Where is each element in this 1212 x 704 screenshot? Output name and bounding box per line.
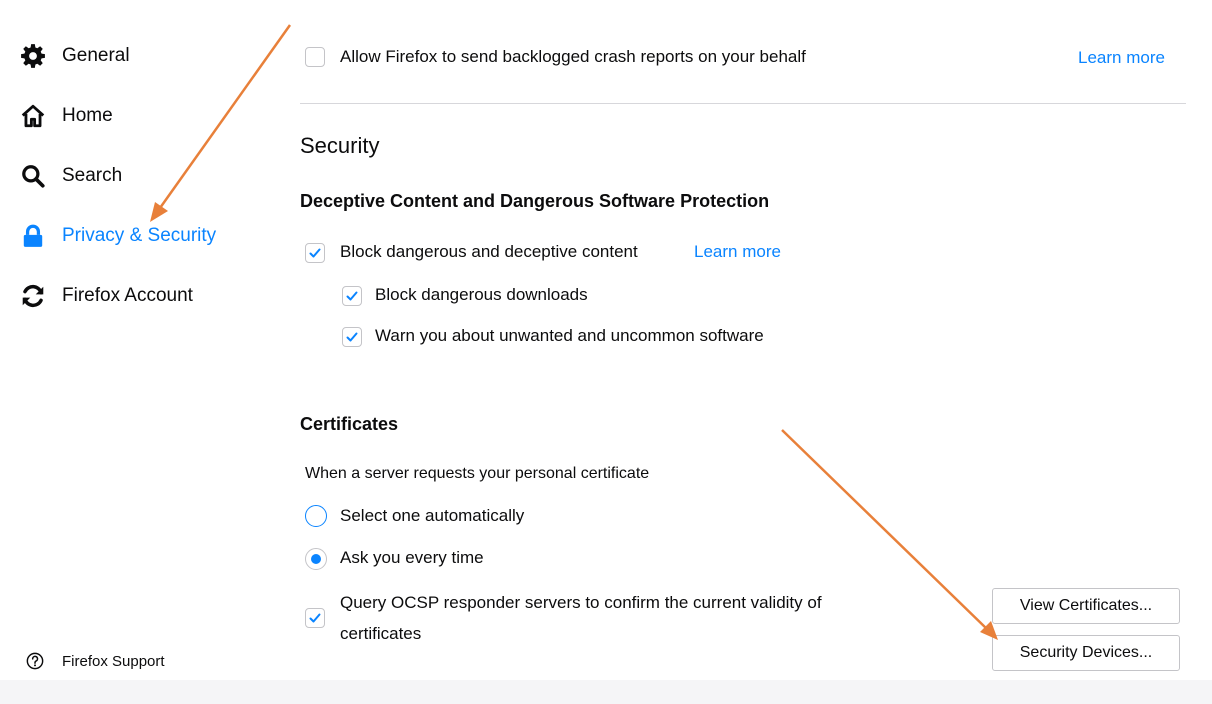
block-content-learn-more-link[interactable]: Learn more [694, 242, 781, 262]
crash-reports-label: Allow Firefox to send backlogged crash r… [340, 47, 806, 66]
sidebar-item-label: Privacy & Security [62, 225, 217, 246]
lock-icon [20, 223, 46, 249]
sidebar-item-label: Search [62, 165, 123, 186]
block-content-label: Block dangerous and deceptive content [340, 242, 638, 261]
sidebar-item-label: Firefox Account [62, 285, 193, 306]
sidebar-item-firefox-account[interactable]: Firefox Account [20, 278, 193, 314]
help-icon [26, 652, 44, 670]
crash-reports-learn-more-link[interactable]: Learn more [1078, 48, 1165, 68]
firefox-support-link[interactable]: Firefox Support [26, 652, 165, 670]
crash-reports-checkbox[interactable] [305, 47, 325, 67]
warn-unwanted-label: Warn you about unwanted and uncommon sof… [375, 326, 764, 345]
security-devices-button[interactable]: Security Devices... [992, 635, 1180, 671]
select-automatically-radio[interactable] [305, 505, 327, 527]
ocsp-checkbox[interactable] [305, 608, 325, 628]
warn-unwanted-checkbox[interactable] [342, 327, 362, 347]
sync-icon [20, 283, 46, 309]
sidebar-item-general[interactable]: General [20, 38, 130, 74]
select-automatically-label: Select one automatically [340, 506, 525, 525]
bottom-strip [0, 680, 1212, 704]
sidebar-item-privacy-security[interactable]: Privacy & Security [20, 218, 216, 254]
block-content-checkbox[interactable] [305, 243, 325, 263]
checkmark-icon [346, 332, 358, 342]
sidebar-item-search[interactable]: Search [20, 158, 122, 194]
checkmark-icon [309, 613, 321, 623]
main-content: Allow Firefox to send backlogged crash r… [300, 0, 1190, 680]
gear-icon [20, 43, 46, 69]
sidebar-item-label: General [62, 45, 130, 66]
protection-heading: Deceptive Content and Dangerous Software… [300, 191, 770, 211]
ocsp-label-line1: Query OCSP responder servers to confirm … [340, 593, 822, 612]
block-downloads-checkbox[interactable] [342, 286, 362, 306]
sidebar-item-home[interactable]: Home [20, 98, 113, 134]
ask-every-time-radio[interactable] [305, 548, 327, 570]
certificates-heading: Certificates [300, 414, 399, 434]
search-icon [20, 163, 46, 189]
block-downloads-label: Block dangerous downloads [375, 285, 588, 304]
ask-every-time-label: Ask you every time [340, 548, 484, 567]
section-divider [300, 103, 1186, 104]
sidebar-item-label: Home [62, 105, 113, 126]
checkmark-icon [309, 248, 321, 258]
security-title: Security [300, 133, 380, 158]
home-icon [20, 103, 46, 129]
preferences-page: General Home Search Privacy & Security F… [0, 0, 1212, 704]
view-certificates-button[interactable]: View Certificates... [992, 588, 1180, 624]
sidebar: General Home Search Privacy & Security F… [0, 0, 290, 704]
checkmark-icon [346, 291, 358, 301]
ocsp-label-line2: certificates [340, 624, 422, 643]
certificate-prompt: When a server requests your personal cer… [305, 465, 650, 482]
support-label: Firefox Support [62, 652, 165, 670]
